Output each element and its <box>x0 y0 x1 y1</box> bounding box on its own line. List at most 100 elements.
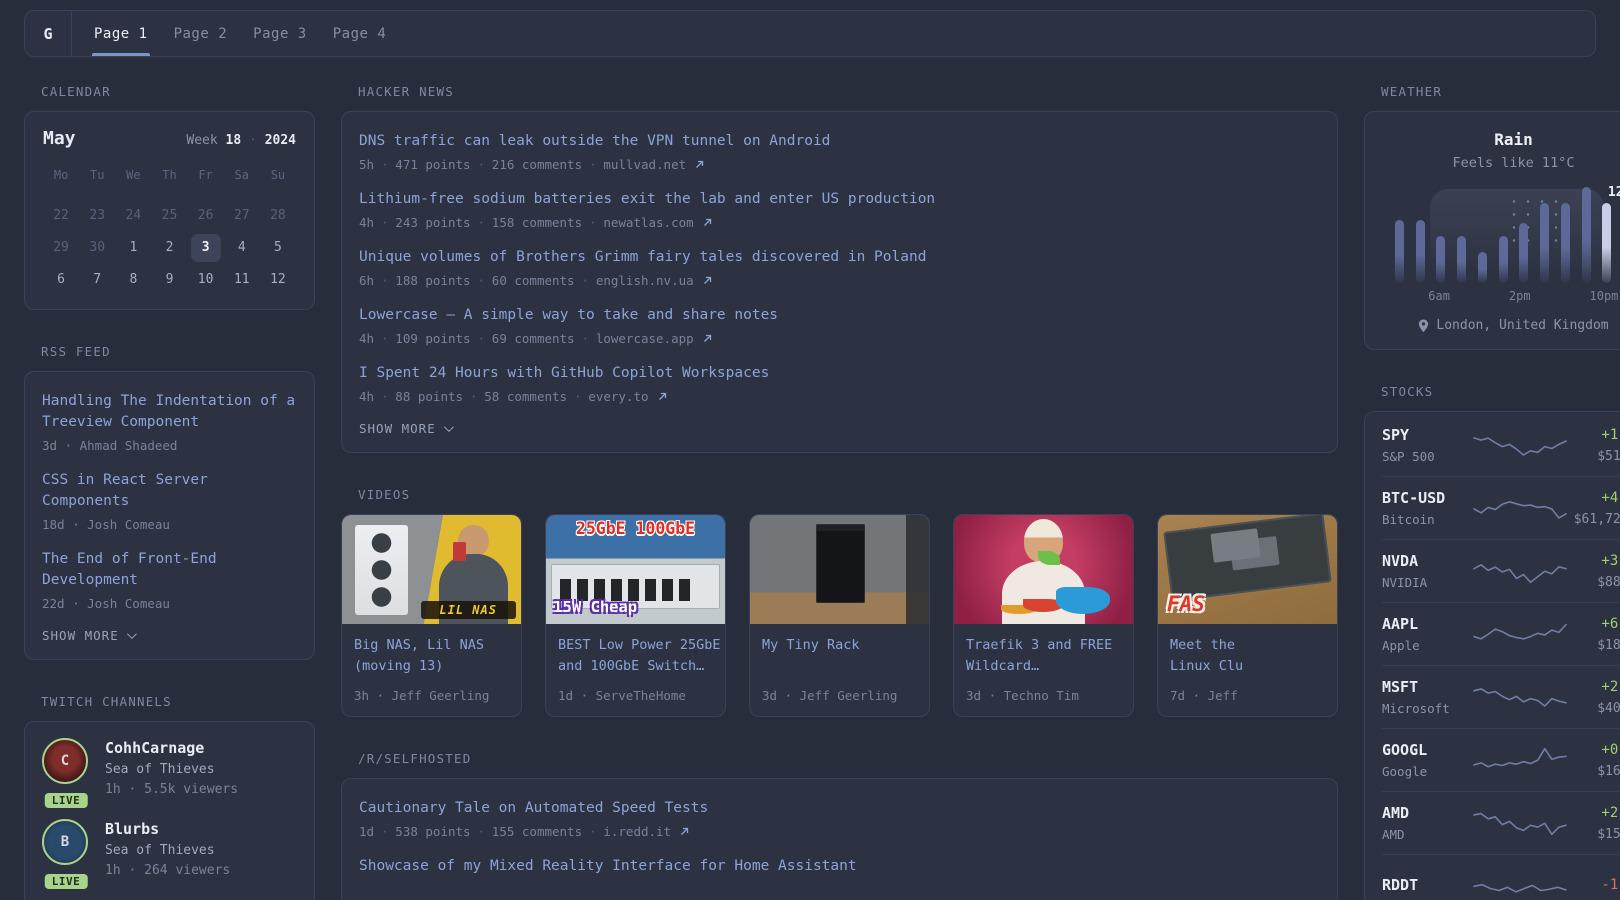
rss-widget: RSS FEED Handling The Indentation of a T… <box>24 344 315 660</box>
item-comments[interactable]: 58 comments <box>484 389 567 404</box>
twitch-channel-info: Blurbs Sea of Thieves 1h · 264 viewers <box>105 819 230 880</box>
twitch-channel-row[interactable]: C LIVE CohhCarnage Sea of Thieves 1h · 5… <box>42 738 297 808</box>
hacker-news-item-title[interactable]: DNS traffic can leak outside the VPN tun… <box>359 131 1320 152</box>
stock-ticker: BTC-USD <box>1382 488 1446 507</box>
stock-change-percent: +0.10% <box>1601 741 1620 758</box>
stock-row[interactable]: GOOGL Google +0.10% $166.78 <box>1382 729 1620 792</box>
video-card[interactable]: Traefik 3 and FREE Wildcard… 3d · Techno… <box>953 514 1134 717</box>
separator-dot: · <box>581 331 589 346</box>
weather-condition: Rain <box>1494 130 1533 149</box>
external-link-icon <box>695 160 704 169</box>
page-tab[interactable]: Page 4 <box>320 11 400 56</box>
item-comments[interactable]: 155 comments <box>492 824 582 839</box>
stock-change-percent: -1.65% <box>1601 877 1620 893</box>
hacker-news-item-title[interactable]: Unique volumes of Brothers Grimm fairy t… <box>359 247 1320 268</box>
twitch-channel-row[interactable]: B LIVE Blurbs Sea of Thieves 1h · 264 vi… <box>42 819 297 889</box>
stock-row[interactable]: NVDA NVIDIA +3.52% $888.40 <box>1382 540 1620 603</box>
stocks-widget-label: STOCKS <box>1381 384 1434 399</box>
calendar-day-cell: 5 <box>260 233 296 263</box>
hacker-news-item-title[interactable]: Lowercase – A simple way to take and sha… <box>359 305 1320 326</box>
stock-change-percent: +1.29% <box>1601 426 1620 443</box>
page-tab[interactable]: Page 2 <box>161 11 241 56</box>
video-card[interactable]: 25GbE 100GbE 15W Cheap BEST Low Power 25… <box>545 514 726 717</box>
reddit-item-title[interactable]: Showcase of my Mixed Reality Interface f… <box>359 856 1320 877</box>
avatar-initial: B <box>60 834 70 850</box>
rss-item: CSS in React Server Components 18d · Jos… <box>42 470 297 532</box>
right-column: WEATHER Rain Feels like 11°C 12 6am 2pm … <box>1364 84 1620 900</box>
calendar-day-number: 22 <box>53 208 69 223</box>
video-title-line: My Tiny Rack <box>762 637 860 653</box>
item-points: 538 points <box>395 824 471 839</box>
item-points: 88 points <box>395 389 464 404</box>
video-card[interactable]: FAS Meet the Linux Clu 7d · Jeff <box>1157 514 1338 717</box>
video-title-line: Traefik 3 and FREE <box>966 637 1113 653</box>
item-domain[interactable]: mullvad.net <box>603 157 686 172</box>
reddit-widget-label: /R/SELFHOSTED <box>358 751 472 766</box>
stock-price: $184.91 <box>1597 637 1620 653</box>
twitch-widget: TWITCH CHANNELS C LIVE CohhCarnage Sea o… <box>24 694 315 900</box>
stock-row[interactable]: AMD AMD +2.94% $150.45 <box>1382 792 1620 855</box>
separator-dot: · <box>381 389 389 404</box>
video-title-line: BEST Low Power 25GbE <box>558 637 721 653</box>
hacker-news-show-more-button[interactable]: SHOW MORE <box>359 421 1320 436</box>
app-logo[interactable]: G <box>25 11 72 56</box>
stock-row[interactable]: SPY S&P 500 +1.29% $511.57 <box>1382 414 1620 477</box>
rss-item-title[interactable]: Handling The Indentation of a Treeview C… <box>42 391 297 433</box>
reddit-item-title[interactable]: Cautionary Tale on Automated Speed Tests <box>359 798 1320 819</box>
stocks-widget: STOCKS SPY S&P 500 +1 $51 BTC-USD Bitcoi… <box>1364 384 1620 900</box>
hacker-news-item: I Spent 24 Hours with GitHub Copilot Wor… <box>359 363 1320 404</box>
hacker-news-item-title[interactable]: I Spent 24 Hours with GitHub Copilot Wor… <box>359 363 1320 384</box>
stock-row[interactable]: BTC-USD Bitcoin +4.40% $61,725.48 <box>1382 477 1620 540</box>
item-age: 1d <box>359 824 375 839</box>
rss-item-title[interactable]: CSS in React Server Components <box>42 470 297 512</box>
item-comments[interactable]: 60 comments <box>492 273 575 288</box>
calendar-day-cell: 26 <box>188 201 224 231</box>
page-tab[interactable]: Page 1 <box>81 11 161 56</box>
stock-row[interactable]: MSFT Microsoft +2.16% $406.43 <box>1382 666 1620 729</box>
thumbnail-shape <box>816 523 865 604</box>
video-card[interactable]: LIL NAS Big NAS, Lil NAS (moving 13) 3h … <box>341 514 522 717</box>
stock-sparkline <box>1474 804 1566 842</box>
page-tab-label: Page 4 <box>332 25 387 42</box>
hacker-news-item-meta: 5h · 471 points · 216 comments · mullvad… <box>359 157 1320 172</box>
external-link-icon <box>703 334 712 343</box>
item-domain[interactable]: english.nv.ua <box>596 273 694 288</box>
calendar-day-number: 4 <box>237 240 246 255</box>
stock-ticker: NVDA <box>1382 551 1419 570</box>
stock-row[interactable]: RDDT -1.65% <box>1382 855 1620 900</box>
video-title-line: Linux Clu <box>1170 658 1244 674</box>
calendar-day-number: 26 <box>197 208 214 223</box>
calendar-day-cell: 1 <box>115 233 151 263</box>
separator-dot: · <box>477 273 485 288</box>
video-card[interactable]: My Tiny Rack 3d · Jeff Geerling <box>749 514 930 717</box>
stock-change-percent: +2.94% <box>1601 804 1620 821</box>
twitch-channel-info: CohhCarnage Sea of Thieves 1h · 5.5k vie… <box>105 738 238 799</box>
item-domain[interactable]: i.redd.it <box>603 824 671 839</box>
item-domain[interactable]: lowercase.app <box>596 331 694 346</box>
rss-item-meta-text: 3d · Ahmad Shadeed <box>42 438 178 453</box>
calendar-day-cell: 30 <box>79 233 115 263</box>
video-thumbnail: LIL NAS <box>342 515 521 624</box>
rss-item-title[interactable]: The End of Front-End Development <box>42 549 297 591</box>
item-comments[interactable]: 158 comments <box>492 215 582 230</box>
stock-ticker: MSFT <box>1382 677 1419 696</box>
hacker-news-item: DNS traffic can leak outside the VPN tun… <box>359 131 1320 172</box>
stock-names: MSFT Microsoft <box>1382 677 1474 718</box>
top-nav: G Page 1 Page 2 Page 3 Page 4 <box>24 10 1596 57</box>
item-domain[interactable]: every.to <box>588 389 648 404</box>
hacker-news-item-title[interactable]: Lithium-free sodium batteries exit the l… <box>359 189 1320 210</box>
video-title-line: Wildcard… <box>966 658 1040 674</box>
hacker-news-widget-label: HACKER NEWS <box>358 84 454 99</box>
weather-x-label <box>1450 289 1470 303</box>
rss-show-more-button[interactable]: SHOW MORE <box>42 628 297 643</box>
item-domain[interactable]: newatlas.com <box>603 215 693 230</box>
stock-row[interactable]: AAPL Apple +6.87% $184.91 <box>1382 603 1620 666</box>
item-age: 4h <box>359 331 375 346</box>
separator-dot: · <box>589 157 597 172</box>
hacker-news-list: DNS traffic can leak outside the VPN tun… <box>359 131 1320 404</box>
item-comments[interactable]: 216 comments <box>492 157 582 172</box>
separator-dot: · <box>381 215 389 230</box>
page-tab[interactable]: Page 3 <box>240 11 320 56</box>
reddit-item-meta: 1d · 538 points · 155 comments · i.redd.… <box>359 824 1320 839</box>
item-comments[interactable]: 69 comments <box>492 331 575 346</box>
